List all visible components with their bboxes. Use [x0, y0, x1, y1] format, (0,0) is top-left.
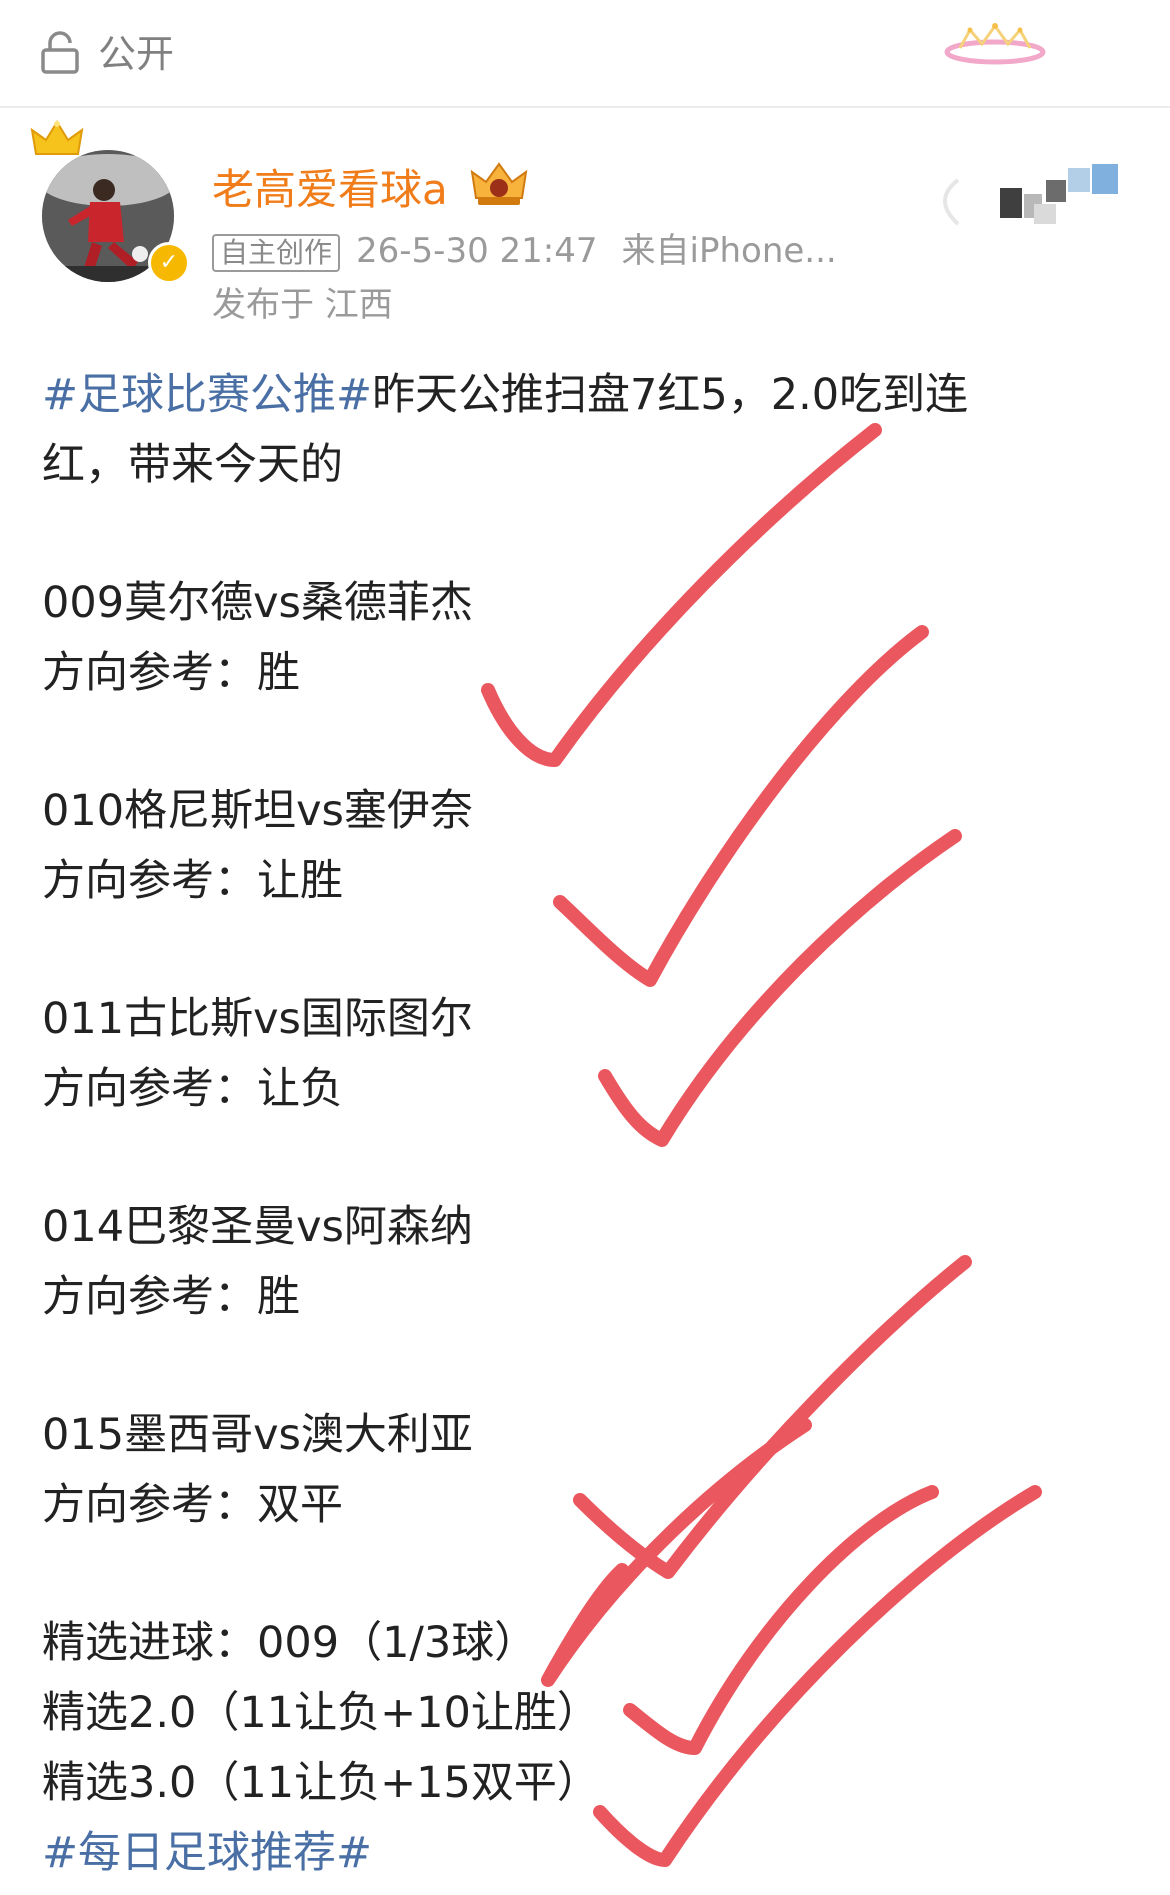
- match-pick: 方向参考：双平: [42, 1480, 343, 1530]
- post-meta: 自主创作 26-5-30 21:47 来自iPhone...: [212, 228, 837, 274]
- footer-hashtag[interactable]: #每日足球推荐#: [42, 1818, 1142, 1888]
- intro-line-2: 红，带来今天的: [42, 440, 343, 490]
- tiara-sparkle-icon: [940, 18, 1050, 72]
- match-title: 014巴黎圣曼vs阿森纳: [42, 1202, 473, 1252]
- original-content-tag: 自主创作: [212, 233, 341, 272]
- selection-3-0: 精选3.0（11让负+15双平）: [42, 1758, 600, 1808]
- post-time: 26-5-30 21:47: [356, 231, 598, 271]
- match-title: 009莫尔德vs桑德菲杰: [42, 578, 473, 628]
- topic-hashtag[interactable]: #足球比赛公推#: [42, 370, 372, 420]
- vip-crown-icon: [470, 160, 528, 212]
- verified-check-icon: ✓: [148, 242, 190, 284]
- author-name[interactable]: 老高爱看球a: [212, 164, 448, 216]
- match-pick: 方向参考：让胜: [42, 856, 343, 906]
- follow-button[interactable]: [928, 160, 1148, 244]
- author-avatar-block[interactable]: ✓: [30, 120, 190, 285]
- post-location: 发布于 江西: [212, 285, 393, 325]
- intro-text: 昨天公推扫盘7红5，2.0吃到连: [372, 370, 969, 420]
- post-source[interactable]: 来自iPhone...: [622, 231, 837, 271]
- post-body: #足球比赛公推#昨天公推扫盘7红5，2.0吃到连 红，带来今天的 009莫尔德v…: [42, 360, 1142, 1888]
- visibility-bar: 公开: [0, 0, 1170, 108]
- lock-icon: [40, 30, 80, 78]
- match-title: 010格尼斯坦vs塞伊奈: [42, 786, 473, 836]
- match-pick: 方向参考：胜: [42, 1272, 300, 1322]
- match-pick: 方向参考：让负: [42, 1064, 343, 1114]
- match-title: 015墨西哥vs澳大利亚: [42, 1410, 473, 1460]
- match-title: 011古比斯vs国际图尔: [42, 994, 473, 1044]
- crown-icon: [30, 120, 84, 166]
- match-pick: 方向参考：胜: [42, 648, 300, 698]
- visibility-label[interactable]: 公开: [98, 30, 174, 78]
- selection-goals: 精选进球：009（1/3球）: [42, 1618, 538, 1668]
- intro-line-1: #足球比赛公推#昨天公推扫盘7红5，2.0吃到连: [42, 360, 1142, 430]
- selection-2-0: 精选2.0（11让负+10让胜）: [42, 1688, 600, 1738]
